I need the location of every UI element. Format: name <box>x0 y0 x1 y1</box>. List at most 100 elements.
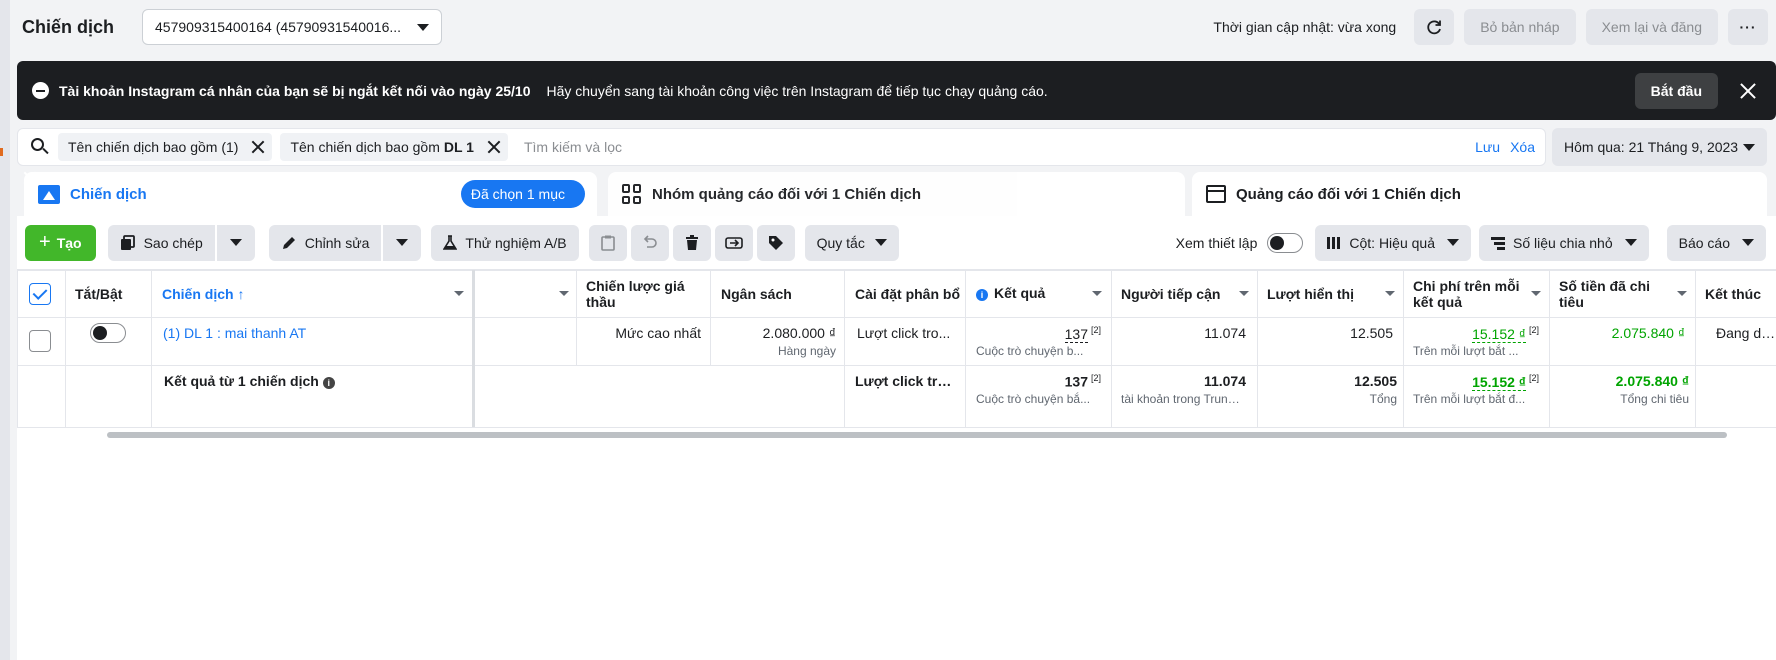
column-divider <box>965 270 966 427</box>
duplicate-dropdown[interactable] <box>216 224 255 261</box>
reports-label: Báo cáo <box>1678 234 1730 251</box>
table-divider <box>17 270 1776 271</box>
results-value[interactable]: 137 <box>1064 325 1088 343</box>
summary-impressions: 12.505 <box>1354 373 1397 389</box>
table-divider <box>17 427 1776 428</box>
ab-test-button[interactable]: Thử nghiệm A/B <box>431 224 579 261</box>
campaign-status-toggle[interactable] <box>90 323 126 343</box>
undo-button[interactable] <box>630 224 669 261</box>
save-filter-link[interactable]: Lưu <box>1475 139 1500 155</box>
cpr-cell: 15.152 ₫ [2] <box>1413 325 1539 343</box>
results-type: Cuộc trò chuyện b... <box>976 344 1084 358</box>
column-divider <box>1403 270 1404 427</box>
edit-dropdown[interactable] <box>383 224 422 261</box>
chevron-down-icon[interactable] <box>559 291 569 296</box>
close-icon[interactable] <box>1740 83 1756 99</box>
horizontal-scrollbar[interactable] <box>107 432 1727 438</box>
results-cell: 137 [2] <box>976 325 1101 343</box>
header-results-label: Kết quả <box>994 285 1046 301</box>
results-footnote: [2] <box>1090 325 1101 335</box>
copy-icon <box>120 234 136 251</box>
column-divider <box>1111 270 1112 427</box>
header-bid-strategy[interactable]: Chiến lược giá thầu <box>586 278 701 310</box>
create-button[interactable]: + Tạo <box>25 224 96 261</box>
summary-results-footnote: [2] <box>1090 373 1101 383</box>
paste-button[interactable] <box>588 224 627 261</box>
duplicate-button[interactable]: Sao chép <box>107 224 215 261</box>
chevron-down-icon[interactable] <box>1677 291 1687 296</box>
summary-label: Kết quả từ 1 chiến dịch i <box>164 373 341 389</box>
chevron-down-icon[interactable] <box>454 291 464 296</box>
view-setup-label: Xem thiết lập <box>1175 234 1258 251</box>
header-attribution[interactable]: Cài đặt phân bổ <box>855 286 960 302</box>
pencil-icon <box>281 235 297 251</box>
header-onoff[interactable]: Tắt/Bật <box>75 286 122 302</box>
start-button[interactable]: Bắt đầu <box>1634 72 1718 109</box>
chevron-down-icon[interactable] <box>1239 291 1249 296</box>
header-campaign[interactable]: Chiến dịch ↑ <box>162 286 244 302</box>
filter-chip-campaign-name[interactable]: Tên chiến dịch bao gồm (1) <box>58 133 273 161</box>
reports-dropdown[interactable]: Báo cáo <box>1666 224 1766 261</box>
selected-count-pill[interactable]: Đã chọn 1 mục <box>460 180 585 208</box>
export-button[interactable] <box>714 224 753 261</box>
remove-filter-icon[interactable] <box>488 141 500 153</box>
clear-filter-link[interactable]: Xóa <box>1510 139 1535 155</box>
ads-manager-page: Chiến dịch 457909315400164 (457909315400… <box>0 0 1776 660</box>
tag-button[interactable] <box>756 224 795 261</box>
account-selector[interactable]: 457909315400164 (45790931540016... <box>142 9 443 45</box>
header-impressions[interactable]: Lượt hiển thị <box>1267 286 1354 302</box>
budget-type: Hàng ngày <box>777 344 836 358</box>
edit-button[interactable]: Chỉnh sửa <box>268 224 382 261</box>
breakdown-dropdown[interactable]: Số liệu chia nhỏ <box>1478 224 1649 261</box>
date-range-picker[interactable]: Hôm qua: 21 Tháng 9, 2023 <box>1552 128 1767 166</box>
minus-circle-icon <box>32 82 49 99</box>
search-icon <box>30 137 50 157</box>
row-checkbox[interactable] <box>29 330 51 352</box>
chevron-down-icon[interactable] <box>1385 291 1395 296</box>
instagram-disconnect-banner: Tài khoản Instagram cá nhân của bạn sẽ b… <box>17 61 1776 120</box>
summary-cpr[interactable]: 15.152 ₫ <box>1472 373 1526 391</box>
banner-title: Tài khoản Instagram cá nhân của bạn sẽ b… <box>59 82 531 99</box>
header-ends[interactable]: Kết thúc <box>1705 286 1761 302</box>
more-options-button[interactable]: ··· <box>1728 9 1768 45</box>
remove-filter-icon[interactable] <box>252 141 264 153</box>
cpr-value[interactable]: 15.152 ₫ <box>1472 325 1526 343</box>
select-all-checkbox[interactable] <box>29 283 51 305</box>
tab-campaigns[interactable]: Chiến dịch Đã chọn 1 mục <box>24 172 597 216</box>
table-divider <box>17 317 1776 318</box>
search-filter-bar: Tên chiến dịch bao gồm (1) Tên chiến dịc… <box>17 128 1546 166</box>
review-publish-button[interactable]: Xem lại và đăng <box>1585 9 1718 45</box>
clipboard-icon <box>600 235 615 251</box>
chevron-down-icon[interactable] <box>1531 291 1541 296</box>
toggle-knob <box>1270 235 1285 250</box>
page-title: Chiến dịch <box>22 16 115 37</box>
summary-amount-spent-type: Tổng chi tiêu <box>1620 392 1689 406</box>
chevron-down-icon[interactable] <box>1092 291 1102 296</box>
tab-adsets[interactable]: Nhóm quảng cáo đối với 1 Chiến dịch <box>608 172 1185 216</box>
refresh-button[interactable] <box>1414 9 1455 45</box>
filter-chip-campaign-dl1[interactable]: Tên chiến dịch bao gồm DL 1 <box>280 133 508 161</box>
rules-label: Quy tắc <box>816 234 865 251</box>
create-label: Tạo <box>56 234 82 251</box>
edit-label: Chỉnh sửa <box>304 234 370 251</box>
campaign-folder-icon <box>38 184 60 204</box>
columns-dropdown[interactable]: Cột: Hiệu quả <box>1315 224 1471 261</box>
campaign-name-link[interactable]: (1) DL 1 : mai thanh AT <box>163 325 306 341</box>
tab-ads[interactable]: Quảng cáo đối với 1 Chiến dịch <box>1192 172 1767 216</box>
view-setup-toggle[interactable] <box>1267 232 1304 253</box>
summary-cpr-type: Trên mỗi lượt bắt đ... <box>1413 392 1526 406</box>
search-input[interactable]: Tìm kiếm và lọc <box>524 139 1475 155</box>
info-icon[interactable]: i <box>322 377 335 389</box>
delete-button[interactable] <box>672 224 711 261</box>
header-results[interactable]: i Kết quả <box>976 285 1045 301</box>
header-amount-spent[interactable]: Số tiền đã chi tiêu <box>1559 278 1677 310</box>
column-divider <box>17 270 18 427</box>
header-budget[interactable]: Ngân sách <box>721 286 792 302</box>
discard-draft-button[interactable]: Bỏ bản nháp <box>1464 9 1576 45</box>
rules-dropdown[interactable]: Quy tắc <box>804 224 899 261</box>
header-reach[interactable]: Người tiếp cận <box>1121 286 1220 302</box>
filter-chip-label: Tên chiến dịch bao gồm (1) <box>68 139 239 155</box>
header-cost-per-result[interactable]: Chi phí trên mỗi kết quả <box>1413 278 1531 310</box>
info-icon[interactable]: i <box>976 289 988 301</box>
campaign-table: Tắt/Bật Chiến dịch ↑ Chiến lược giá thầu… <box>17 270 1776 660</box>
